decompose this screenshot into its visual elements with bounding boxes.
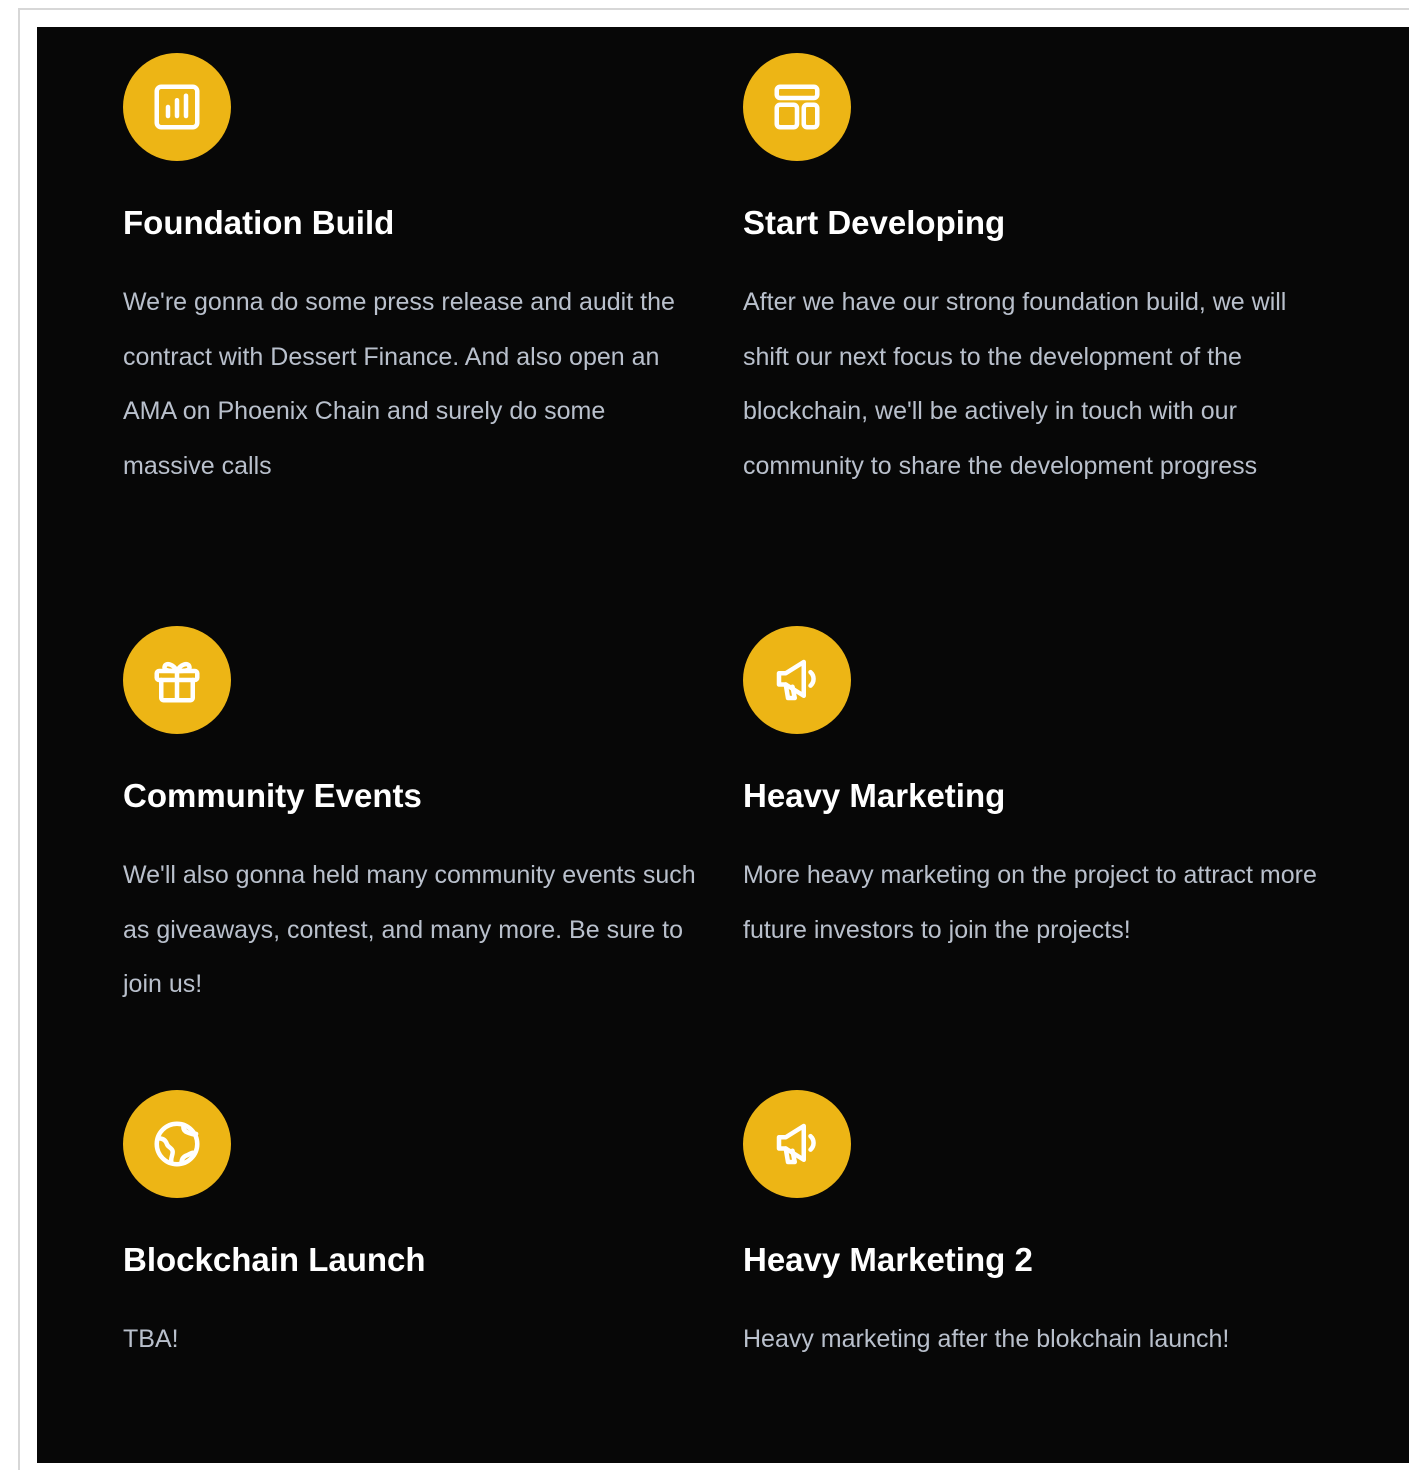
- card-description: We're gonna do some press release and au…: [123, 288, 675, 480]
- card-title: Community Events: [123, 777, 422, 814]
- megaphone-icon: [776, 659, 816, 701]
- card-description: More heavy marketing on the project to a…: [743, 861, 1317, 944]
- roadmap-card-start-developing: Start Developing After we have our stron…: [743, 53, 1343, 573]
- card-description: After we have our strong foundation buil…: [743, 288, 1287, 480]
- icon-badge: [123, 1090, 231, 1198]
- globe-icon: [154, 1121, 200, 1167]
- roadmap-panel: Foundation Build We're gonna do some pre…: [37, 27, 1409, 1463]
- roadmap-card-foundation-build: Foundation Build We're gonna do some pre…: [123, 53, 723, 513]
- layout-icon: [774, 84, 820, 130]
- icon-badge: [743, 1090, 851, 1198]
- roadmap-card-heavy-marketing: Heavy Marketing More heavy marketing on …: [743, 626, 1343, 1026]
- card-title: Start Developing: [743, 204, 1006, 241]
- megaphone-icon: [776, 1123, 816, 1165]
- roadmap-card-blockchain-launch: Blockchain Launch TBA!: [123, 1090, 723, 1390]
- icon-badge: [743, 53, 851, 161]
- card-description: We'll also gonna held many community eve…: [123, 861, 696, 998]
- icon-badge: [123, 53, 231, 161]
- roadmap-card-community-events: Community Events We'll also gonna held m…: [123, 626, 723, 1026]
- roadmap-card-heavy-marketing-2: Heavy Marketing 2 Heavy marketing after …: [743, 1090, 1343, 1390]
- card-description: Heavy marketing after the blokchain laun…: [743, 1325, 1230, 1353]
- bar-chart-icon: [154, 84, 200, 130]
- card-title: Blockchain Launch: [123, 1241, 426, 1278]
- card-title: Foundation Build: [123, 204, 395, 241]
- icon-badge: [123, 626, 231, 734]
- card-title: Heavy Marketing: [743, 777, 1006, 814]
- card-title: Heavy Marketing 2: [743, 1241, 1033, 1278]
- gift-icon: [154, 661, 200, 703]
- card-description: TBA!: [123, 1325, 179, 1353]
- icon-badge: [743, 626, 851, 734]
